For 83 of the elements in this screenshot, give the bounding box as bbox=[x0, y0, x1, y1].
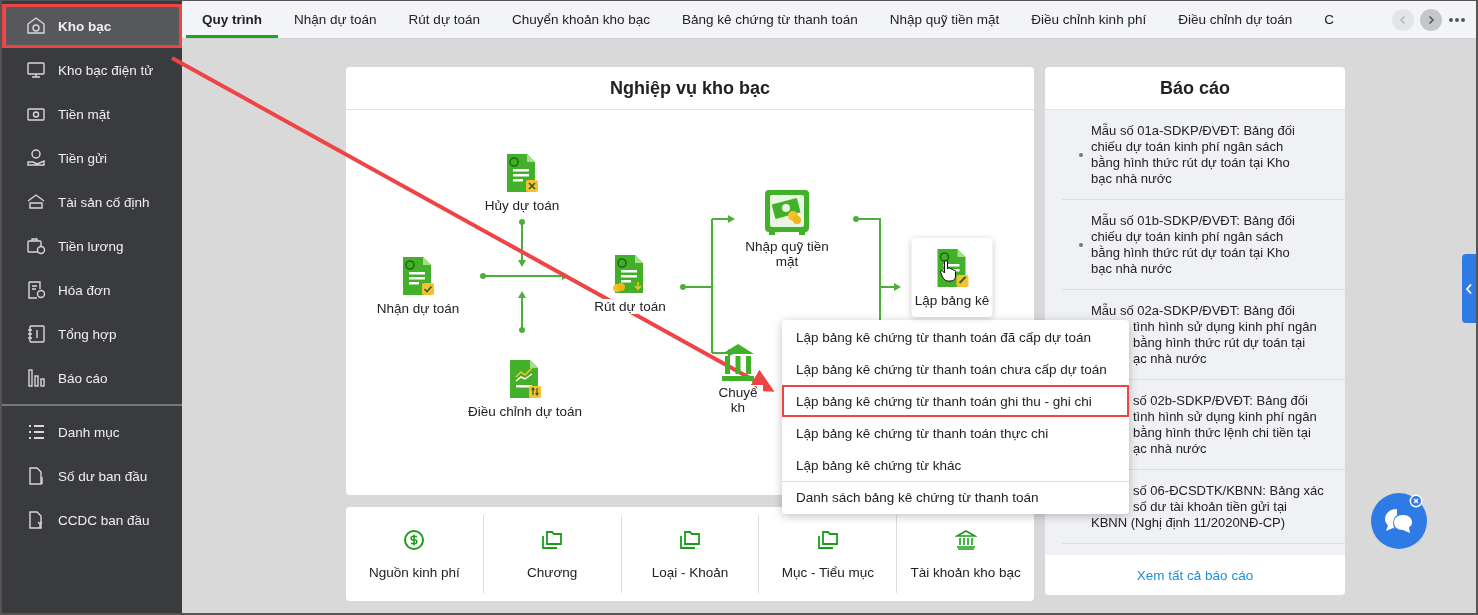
report-link[interactable]: Mẫu số 01a-SDKP/ĐVĐT: Bảng đối bbox=[1091, 123, 1295, 139]
monitor-icon bbox=[26, 60, 46, 80]
process-node[interactable]: Nhập quỹ tiền mặt bbox=[742, 188, 832, 269]
wallet-icon bbox=[26, 236, 46, 256]
hand-coin-icon bbox=[26, 148, 46, 168]
bank-icon bbox=[26, 16, 46, 36]
process-node[interactable]: Hủy dự toán bbox=[462, 153, 582, 213]
menu-item[interactable]: Lập bảng kê chứng từ thanh toán thực chi bbox=[782, 417, 1129, 449]
sidebar-item[interactable]: Hóa đơn bbox=[2, 268, 182, 312]
connector-arrow bbox=[518, 219, 526, 267]
menu-item[interactable]: Lập bảng kê chứng từ thanh toán đã cấp dự toán bbox=[782, 321, 1129, 353]
sidebar-item[interactable]: Kho bạc bbox=[2, 4, 182, 48]
sidebar-item[interactable]: Tiền lương bbox=[2, 224, 182, 268]
report-link[interactable]: bằng hình thức rút dự toán tại Kho bbox=[1091, 155, 1295, 171]
car-icon bbox=[26, 192, 46, 212]
chevron-left-icon bbox=[1398, 14, 1408, 25]
chevron-left-icon bbox=[1465, 282, 1473, 295]
sidebar-item[interactable]: Tiền mặt bbox=[2, 92, 182, 136]
close-icon[interactable] bbox=[1409, 494, 1423, 508]
folders-icon bbox=[679, 528, 701, 551]
folders-icon bbox=[816, 528, 839, 551]
process-card[interactable]: Lập bảng kê bbox=[911, 238, 993, 317]
side-panel-toggle[interactable] bbox=[1462, 254, 1476, 323]
report-link[interactable]: bạc nhà nước bbox=[1091, 171, 1295, 187]
report-link[interactable]: Mẫu số 01b-SDKP/ĐVĐT: Bảng đối bbox=[1091, 213, 1295, 229]
process-node[interactable]: Chuyể kh bbox=[713, 342, 763, 415]
report-link[interactable]: bạc nhà nước bbox=[1091, 261, 1295, 277]
bank-icon bbox=[720, 342, 756, 382]
tab[interactable]: Bảng kê chứng từ thanh toán bbox=[666, 1, 874, 38]
report-link[interactable]: bằng hình thức rút dự toán tại Kho bbox=[1091, 245, 1295, 261]
tab[interactable]: Điều chỉnh kinh phí bbox=[1015, 1, 1163, 38]
menu-item[interactable]: Lập bảng kê chứng từ thanh toán ghi thu - ghi chi bbox=[782, 385, 1129, 417]
more-icon[interactable] bbox=[1448, 16, 1466, 23]
chevron-right-icon bbox=[1426, 14, 1436, 25]
next-button[interactable] bbox=[1420, 8, 1442, 31]
connector-arrow bbox=[518, 291, 526, 333]
bank-icon bbox=[954, 528, 977, 551]
report-link[interactable]: Mẫu số 02a-SDKP/ĐVĐT: Bảng đối bbox=[1091, 303, 1317, 319]
chart-document-icon bbox=[507, 359, 543, 401]
bullet bbox=[1079, 243, 1083, 247]
tab[interactable]: Điều chỉnh dự toán bbox=[1162, 1, 1309, 38]
report-link[interactable]: chiếu dự toán kinh phí ngân sách bbox=[1091, 229, 1295, 245]
tab[interactable]: C bbox=[1308, 1, 1351, 38]
tab[interactable]: Nhập quỹ tiền mặt bbox=[873, 1, 1016, 38]
panel-title: Nghiệp vụ kho bạc bbox=[346, 67, 1034, 110]
tab[interactable]: Rút dự toán bbox=[392, 1, 496, 38]
shortcut-button[interactable]: Loại - Khoản bbox=[620, 515, 759, 593]
ledger-icon bbox=[26, 324, 46, 344]
cancel-document-icon bbox=[504, 153, 540, 195]
process-node[interactable]: Rút dự toán bbox=[570, 254, 690, 314]
document-icon bbox=[26, 466, 46, 486]
hand-cursor-icon bbox=[939, 260, 958, 282]
bullet bbox=[1079, 153, 1083, 157]
safe-icon bbox=[763, 188, 811, 236]
tab[interactable]: Chuyển khoản kho bạc bbox=[495, 1, 667, 38]
chat-bubbles-icon bbox=[1383, 507, 1415, 535]
coin-icon bbox=[403, 528, 426, 551]
report-link[interactable]: KBNN (Nghị định 11/2020NĐ-CP) bbox=[1091, 515, 1324, 531]
shortcut-button[interactable]: Tài khoản kho bạc bbox=[896, 515, 1034, 593]
sidebar-item[interactable]: Báo cáo bbox=[2, 356, 182, 400]
menu-item[interactable]: Lập bảng kê chứng từ khác bbox=[782, 449, 1129, 481]
shortcut-button[interactable]: Nguồn kinh phí bbox=[346, 515, 483, 593]
process-node[interactable]: Điều chỉnh dự toán bbox=[450, 359, 600, 419]
sidebar-item[interactable]: Danh mục bbox=[2, 410, 182, 454]
folders-icon bbox=[541, 528, 564, 551]
sidebar-item[interactable]: Kho bạc điện tử bbox=[2, 48, 182, 92]
menu-item[interactable]: Lập bảng kê chứng từ thanh toán chưa cấp dự toán bbox=[782, 353, 1129, 385]
report-link[interactable]: chiếu dự toán kinh phí ngân sách bbox=[1091, 139, 1295, 155]
shortcut-button[interactable]: Mục - Tiểu mục bbox=[758, 515, 897, 593]
approved-document-icon bbox=[400, 256, 436, 298]
sidebar-item[interactable]: Tài sản cố định bbox=[2, 180, 182, 224]
tab[interactable]: Nhận dự toán bbox=[278, 1, 393, 38]
shortcut-button[interactable]: Chương bbox=[482, 515, 621, 593]
invoice-icon bbox=[26, 280, 46, 300]
process-node[interactable]: Nhận dự toán bbox=[358, 256, 478, 316]
sidebar-item[interactable]: CCDC ban đầu bbox=[2, 498, 182, 542]
sidebar-item[interactable]: Tổng hợp bbox=[2, 312, 182, 356]
bar-chart-icon bbox=[26, 368, 46, 388]
sidebar-item[interactable]: Số dư ban đầu bbox=[2, 454, 182, 498]
menu-item[interactable]: Danh sách bảng kê chứng từ thanh toán bbox=[782, 481, 1129, 513]
sidebar-item[interactable]: Tiền gửi bbox=[2, 136, 182, 180]
view-all-link[interactable]: Xem tất cả báo cáo bbox=[1136, 567, 1254, 583]
list-icon bbox=[26, 422, 46, 442]
